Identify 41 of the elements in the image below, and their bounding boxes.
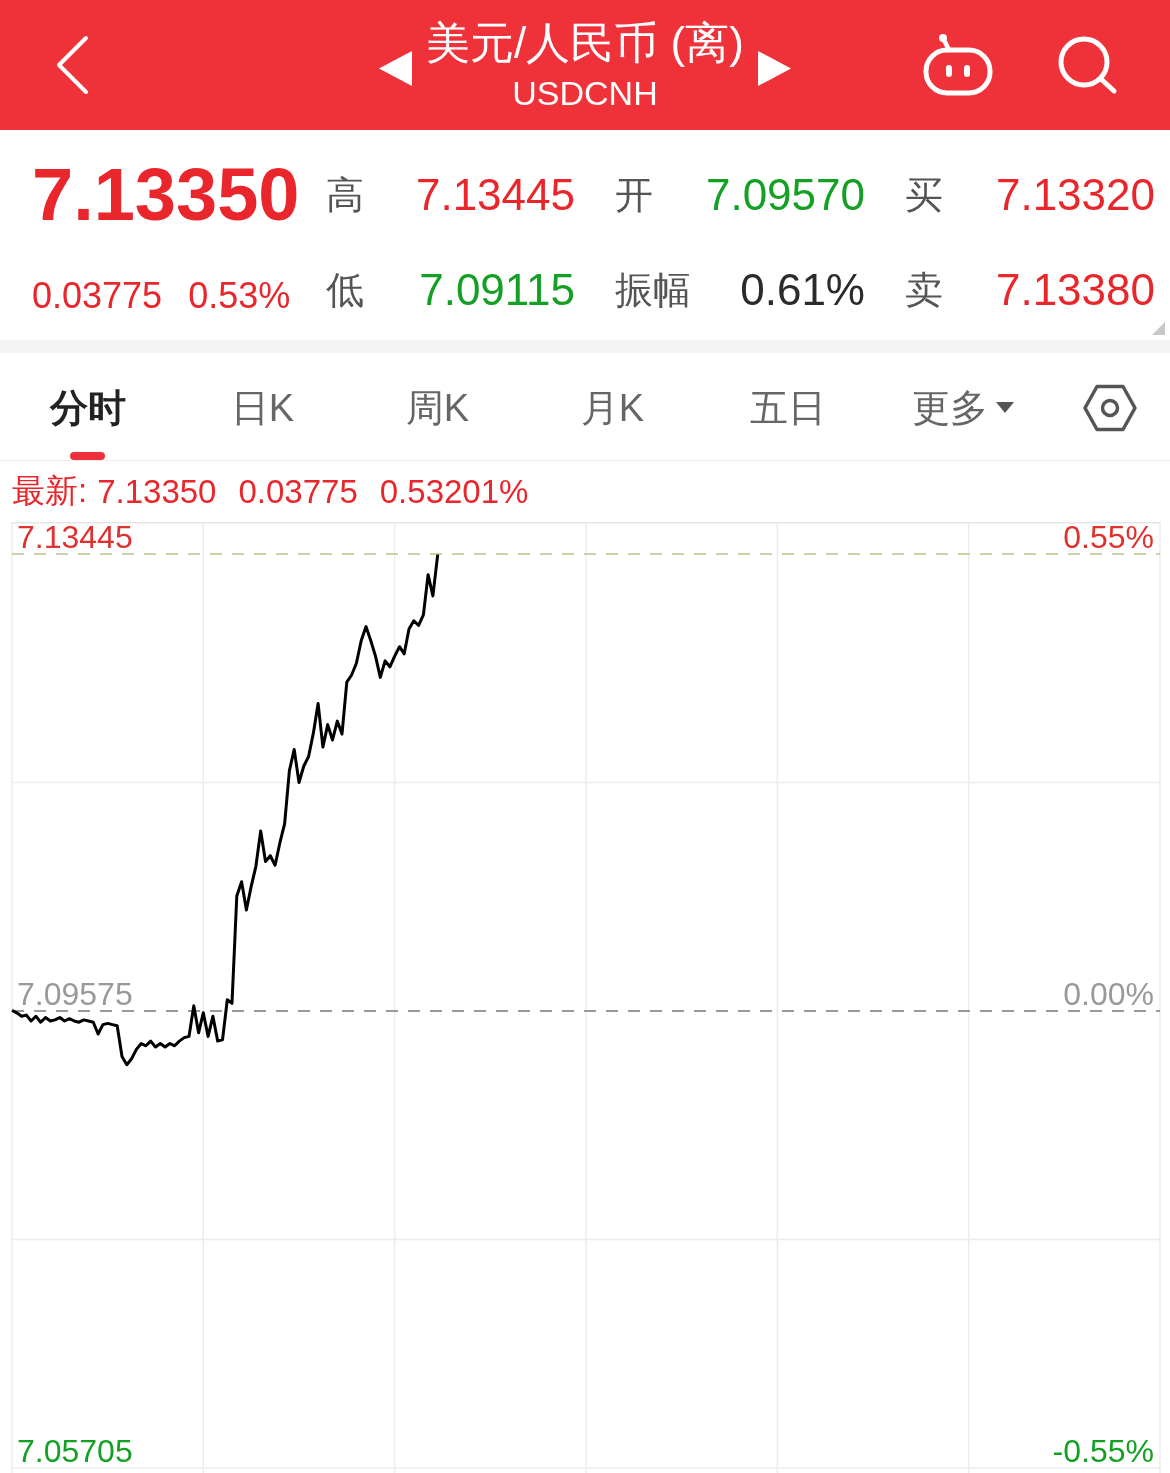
- symbol-code: USDCNH: [512, 73, 658, 114]
- percent-change: 0.53%: [188, 275, 291, 317]
- robot-face-icon[interactable]: [922, 33, 994, 97]
- axis-label: 7.09575: [17, 976, 133, 1012]
- search-icon[interactable]: [1056, 35, 1118, 95]
- latest-label: 最新:: [12, 471, 88, 511]
- chart-tab[interactable]: 分时: [49, 383, 126, 433]
- back-icon[interactable]: [55, 35, 89, 95]
- stat-value: 7.13380: [995, 265, 1155, 315]
- right-triangle-icon[interactable]: [757, 50, 791, 86]
- chart-tab[interactable]: 五日: [749, 383, 826, 433]
- stat-value: 7.09115: [419, 265, 575, 315]
- percent-axis-label: 0.00%: [1063, 976, 1154, 1012]
- stat-value: 0.61%: [740, 265, 865, 315]
- axis-label: 7.13445: [17, 522, 133, 555]
- stat-label: 高: [326, 172, 364, 218]
- stat-value: 7.09570: [705, 170, 865, 220]
- settings-icon[interactable]: [1083, 384, 1137, 432]
- stat-label: 低: [326, 267, 364, 313]
- stat-value: 7.13320: [995, 170, 1155, 220]
- percent-axis-label: -0.55%: [1052, 1433, 1154, 1469]
- latest-value: 0.53201%: [379, 472, 529, 511]
- window-title: 美元/人民币 (离): [426, 17, 744, 69]
- stat-label: 买: [905, 172, 943, 218]
- latest-value: 0.03775: [238, 472, 358, 511]
- chart-tab[interactable]: 月K: [580, 383, 645, 433]
- chart-tab[interactable]: 日K: [230, 383, 295, 433]
- stat-label: 振幅: [615, 267, 691, 313]
- more-dropdown[interactable]: 更多: [911, 383, 1014, 433]
- last-price: 7.13350: [32, 158, 300, 232]
- chart-tab[interactable]: 周K: [405, 383, 470, 433]
- latest-value: 7.13350: [97, 472, 217, 511]
- axis-label: 7.05705: [17, 1433, 133, 1469]
- price-change: 0.03775: [32, 275, 163, 317]
- percent-axis-label: 0.55%: [1063, 522, 1154, 555]
- stat-label: 卖: [905, 267, 943, 313]
- corner-triangle-icon: [1152, 322, 1165, 335]
- left-triangle-icon[interactable]: [379, 50, 413, 86]
- stat-label: 开: [615, 172, 653, 218]
- caret-icon: [995, 402, 1014, 414]
- stat-value: 7.13445: [415, 170, 575, 220]
